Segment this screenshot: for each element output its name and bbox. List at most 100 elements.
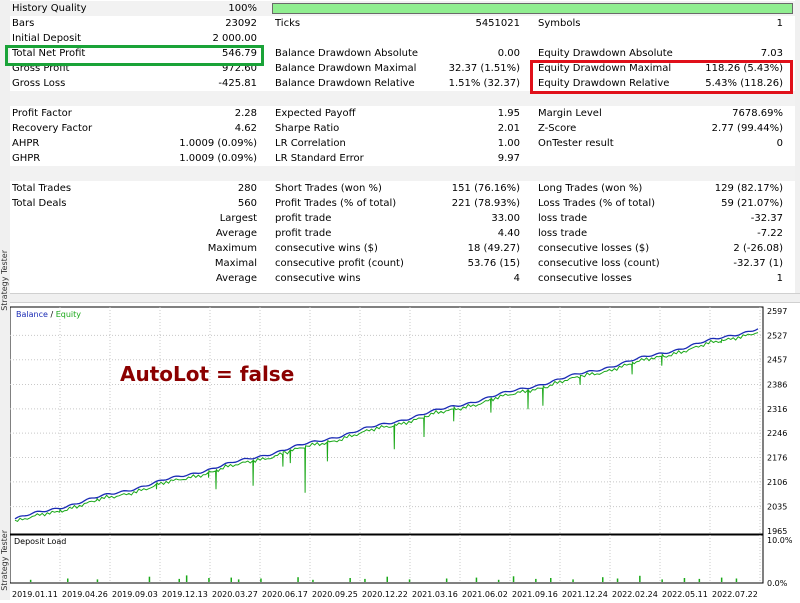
deposit-bar [535, 578, 537, 582]
autolot-annotation: AutoLot = false [120, 362, 294, 386]
stat-value: 100% [228, 3, 257, 14]
stat-value: 0.00 [497, 48, 520, 59]
deposit-bar [364, 578, 366, 582]
stat-value: 560 [237, 198, 257, 209]
deposit-bar [297, 577, 299, 582]
stat-value: 1 [776, 273, 783, 284]
y-tick-label: 2246 [767, 429, 787, 438]
deposit-bar [512, 576, 515, 582]
x-tick-label: 2020.03.27 [212, 590, 258, 599]
stat-label: consecutive loss (count) [538, 258, 660, 269]
report-row: Average profit trade 4.40 loss trade -7.22 [10, 226, 795, 241]
stat-value: -32.37 (1) [733, 258, 783, 269]
stat-value: 5451021 [475, 18, 520, 29]
stat-value: Maximal [214, 258, 257, 269]
stat-label: Z-Score [538, 123, 577, 134]
deposit-bar [386, 576, 388, 582]
y-tick-label: 2106 [767, 478, 787, 487]
side-tab-label-top[interactable]: Strategy Tester [0, 250, 10, 311]
report-row: Maximum consecutive wins ($) 18 (49.27) con… [10, 241, 795, 256]
deposit-bar [237, 579, 240, 582]
total-net-profit-highlight [5, 45, 264, 66]
y-tick-label: 2316 [767, 405, 787, 414]
stat-value: 23092 [225, 18, 257, 29]
stat-value: Average [215, 273, 257, 284]
stat-label: Symbols [538, 18, 581, 29]
report-row: History Quality 100% [10, 1, 795, 16]
stat-value: 1.95 [497, 108, 520, 119]
deposit-bar [735, 578, 738, 582]
stat-value: -7.22 [757, 228, 783, 239]
stat-value: 4 [513, 273, 520, 284]
stat-label: Total Trades [12, 183, 72, 194]
stat-label: LR Correlation [275, 138, 346, 149]
stat-value: 280 [237, 183, 257, 194]
stat-value: 33.00 [491, 213, 520, 224]
stat-label: Balance Drawdown Relative [275, 78, 415, 89]
deposit-bar [230, 577, 232, 582]
x-tick-label: 2019.12.13 [162, 590, 208, 599]
report-row [10, 166, 795, 181]
stat-label: profit trade [275, 213, 332, 224]
stat-label: Balance Drawdown Absolute [275, 48, 419, 59]
stat-value: 2.01 [497, 123, 520, 134]
report-row: Profit Factor 2.28 Expected Payoff 1.95 Marg… [10, 106, 795, 121]
equity-drawdown-highlight [530, 60, 793, 94]
x-tick-label: 2021.12.24 [562, 590, 608, 599]
stat-label: OnTester result [538, 138, 614, 149]
stat-label: Long Trades (won %) [538, 183, 643, 194]
stat-label: Recovery Factor [12, 123, 93, 134]
report-row: Total Deals 560 Profit Trades (% of total)… [10, 196, 795, 211]
stat-label: consecutive wins ($) [275, 243, 378, 254]
x-tick-label: 2022.02.24 [612, 590, 658, 599]
report-scrollbar[interactable] [795, 0, 800, 300]
deposit-bar [185, 575, 188, 582]
side-tab-label-bottom[interactable]: Strategy Tester [0, 530, 10, 591]
stat-label: Profit Trades (% of total) [275, 198, 397, 209]
stat-label: consecutive wins [275, 273, 361, 284]
deposit-bar [148, 576, 151, 582]
stat-value: -425.81 [218, 78, 257, 89]
x-tick-label: 2020.12.22 [362, 590, 408, 599]
deposit-bar [616, 578, 619, 582]
stat-value: 32.37 (1.51%) [448, 63, 520, 74]
stat-label: LR Standard Error [275, 153, 364, 164]
deposit-bar [639, 575, 641, 582]
x-tick-label: 2019.04.26 [62, 590, 108, 599]
report-row: Maximal consecutive profit (count) 53.76 (… [10, 256, 795, 271]
stat-value: -32.37 [750, 213, 783, 224]
deposit-bar [29, 579, 32, 582]
balance-plot-frame [9, 306, 764, 535]
stat-value: 4.62 [234, 123, 257, 134]
report-row: AHPR 1.0009 (0.09%) LR Correlation 1.00 OnTe… [10, 136, 795, 151]
x-tick-label: 2022.05.11 [662, 590, 708, 599]
report-row: Total Trades 280 Short Trades (won %) 151 (… [10, 181, 795, 196]
x-tick-label: 2019.01.11 [12, 590, 58, 599]
panel-splitter[interactable] [10, 293, 800, 303]
report-row: Recovery Factor 4.62 Sharpe Ratio 2.01 Z-Sco… [10, 121, 795, 136]
stat-value: 2.28 [234, 108, 257, 119]
stat-label: Short Trades (won %) [275, 183, 382, 194]
x-tick-label: 2021.03.16 [412, 590, 458, 599]
stat-label: consecutive losses ($) [538, 243, 650, 254]
stat-value: 1.0009 (0.09%) [179, 153, 257, 164]
legend-balance: Balance [16, 310, 48, 319]
stat-value: 2.77 (99.44%) [711, 123, 783, 134]
x-tick-label: 2021.06.02 [462, 590, 508, 599]
y-axis-ticks: 2597 2527 2457 2386 2316 2246 2176 2106 2035 1965 [767, 307, 787, 536]
deposit-bar [661, 579, 663, 582]
stat-label: loss trade [538, 228, 588, 239]
deposit-bar [312, 579, 314, 582]
report-row: Average consecutive wins 4 consecutive loss… [10, 271, 795, 286]
stat-label: Balance Drawdown Maximal [275, 63, 417, 74]
deposit-bar [720, 577, 723, 582]
deposit-tick-top: 10.0% [767, 536, 793, 545]
deposit-bar [349, 578, 351, 582]
deposit-bar [445, 578, 448, 582]
stat-label: loss trade [538, 213, 588, 224]
chart-area: Balance / Equity AutoLot = false 2597 252… [9, 303, 800, 600]
stat-value: 0 [776, 138, 783, 149]
stat-label: Bars [12, 18, 35, 29]
stat-value: 2 000.00 [212, 33, 257, 44]
stat-label: Loss Trades (% of total) [538, 198, 656, 209]
